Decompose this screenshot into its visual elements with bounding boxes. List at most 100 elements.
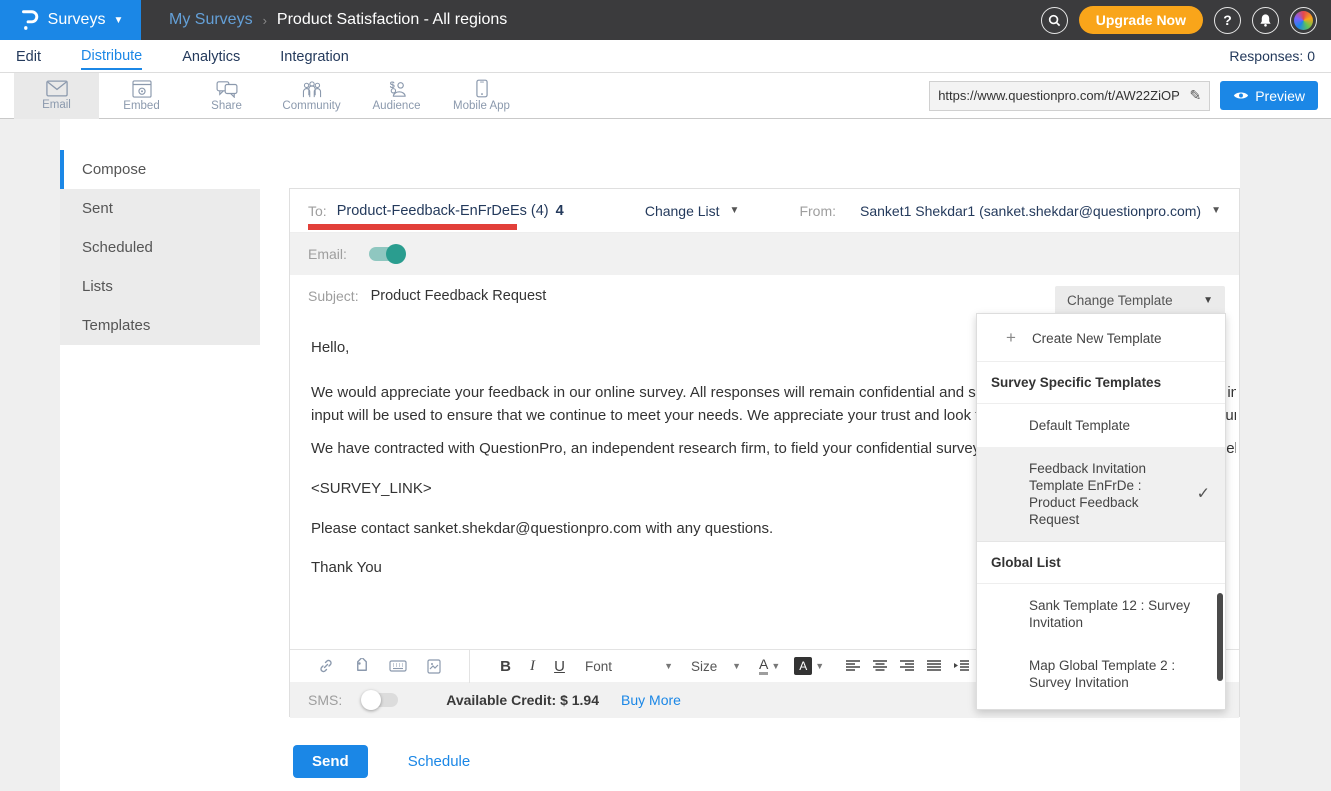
questionpro-logo-icon [18,8,40,32]
tab-integration[interactable]: Integration [280,43,349,69]
menu-item-feedback-invitation-template[interactable]: Feedback Invitation Template EnFrDe : Pr… [977,447,1225,542]
to-recipient-count: 4 [556,203,564,219]
send-button[interactable]: Send [293,745,368,778]
menu-item-test-global-test-g[interactable]: Test Global Test G : Test RAA G [977,704,1225,710]
channel-email[interactable]: Email [14,73,99,119]
channel-label: Community [282,100,340,112]
sidebar-item-compose[interactable]: Compose [60,150,260,189]
survey-nav: Edit Distribute Analytics Integration Re… [0,40,1331,73]
channel-community[interactable]: Community [269,73,354,119]
help-button[interactable]: ? [1214,7,1241,34]
topbar-actions: Upgrade Now ? [1041,6,1331,34]
product-label: Surveys [48,11,106,29]
align-center-icon[interactable] [873,660,887,672]
font-size-dropdown[interactable]: Size ▼ [691,659,741,674]
chevron-down-icon: ▼ [1203,295,1213,306]
embed-icon [132,80,152,98]
subject-label: Subject: [308,288,359,304]
sidebar-item-sent[interactable]: Sent [60,189,260,228]
change-template-menu: + Create New Template Survey Specific Te… [976,313,1226,710]
menu-item-create-new-template[interactable]: + Create New Template [977,314,1225,362]
sidebar-item-lists[interactable]: Lists [60,267,260,306]
insert-image-icon[interactable] [427,659,441,674]
insert-link-icon[interactable] [318,658,334,674]
to-label: To: [308,203,327,219]
account-avatar[interactable] [1290,7,1317,34]
font-size-label: Size [691,659,717,674]
mobile-app-icon [476,79,488,98]
preview-button[interactable]: Preview [1220,81,1318,110]
channel-embed[interactable]: Embed [99,73,184,119]
indent-icon[interactable] [954,660,969,672]
merge-tag-icon[interactable] [354,658,370,674]
available-credit: Available Credit: $ 1.94 [446,692,599,708]
italic-button[interactable]: I [519,658,546,675]
chevron-down-icon: ▼ [815,661,824,671]
change-template-button[interactable]: Change Template ▼ [1055,286,1225,315]
plus-icon: + [1006,328,1016,348]
channel-audience[interactable]: $ Audience [354,73,439,119]
chevron-down-icon: ▼ [664,661,673,671]
sms-toggle[interactable] [364,693,398,707]
recipients-row: To: Product-Feedback-EnFrDeEs (4) 4 Chan… [290,189,1239,233]
keyboard-icon[interactable] [389,660,407,672]
underline-button[interactable]: U [546,658,573,675]
text-color-button[interactable]: A [759,657,768,675]
share-icon [216,80,238,98]
to-active-underline [308,224,517,230]
email-toggle[interactable] [369,247,403,261]
chevron-down-icon: ▼ [732,661,741,671]
sidebar-item-scheduled[interactable]: Scheduled [60,228,260,267]
tab-edit[interactable]: Edit [16,43,41,69]
text-color-label: A [759,656,768,672]
change-list-label: Change List [645,203,720,219]
subject-input[interactable]: Product Feedback Request [371,288,547,304]
breadcrumb-my-surveys[interactable]: My Surveys [169,11,253,29]
responses-count: Responses: 0 [1229,48,1315,64]
buy-more-link[interactable]: Buy More [621,692,681,708]
channel-mobile-app[interactable]: Mobile App [439,73,524,119]
to-list-name[interactable]: Product-Feedback-EnFrDeEs (4) [337,203,549,219]
search-button[interactable] [1041,7,1068,34]
send-actions: Send Schedule [293,745,470,778]
breadcrumb-separator: › [263,13,267,28]
create-new-template-label: Create New Template [1032,331,1162,346]
channel-share[interactable]: Share [184,73,269,119]
global-template-list: Sank Template 12 : Survey Invitation Map… [977,584,1225,710]
editor-insert-group [290,650,470,683]
sms-label: SMS: [308,692,342,708]
from-sender-dropdown[interactable]: Sanket1 Shekdar1 (sanket.shekdar@questio… [860,203,1221,219]
change-list-dropdown[interactable]: Change List ▼ [645,203,740,219]
schedule-link[interactable]: Schedule [408,753,471,770]
menu-scrollbar[interactable] [1217,593,1223,681]
menu-item-default-template[interactable]: Default Template [977,404,1225,447]
align-left-icon[interactable] [846,660,860,672]
toggle-knob [386,244,406,264]
align-right-icon[interactable] [900,660,914,672]
breadcrumb: My Surveys › Product Satisfaction - All … [169,11,507,29]
menu-item-sank-template-12[interactable]: Sank Template 12 : Survey Invitation [977,584,1225,644]
chevron-down-icon: ▼ [113,15,123,26]
email-label: Email: [308,246,347,262]
tab-analytics[interactable]: Analytics [182,43,240,69]
alignment-group [846,660,997,672]
bell-icon [1259,13,1272,27]
align-justify-icon[interactable] [927,660,941,672]
menu-section-global-list: Global List [977,542,1225,584]
selected-template-label: Feedback Invitation Template EnFrDe : Pr… [1029,461,1146,527]
product-switcher[interactable]: Surveys ▼ [0,0,141,40]
survey-url-field[interactable]: https://www.questionpro.com/t/AW22ZiOP ✎ [929,81,1210,111]
edit-url-icon[interactable]: ✎ [1189,87,1201,104]
upgrade-now-button[interactable]: Upgrade Now [1079,6,1203,34]
font-family-dropdown[interactable]: Font ▼ [585,659,673,674]
tab-distribute[interactable]: Distribute [81,42,142,70]
sidebar-item-templates[interactable]: Templates [60,306,260,345]
menu-item-map-global-template-2[interactable]: Map Global Template 2 : Survey Invitatio… [977,644,1225,704]
survey-link-area: https://www.questionpro.com/t/AW22ZiOP ✎… [929,81,1331,111]
chevron-down-icon: ▼ [730,205,740,216]
notifications-button[interactable] [1252,7,1279,34]
highlight-color-button[interactable]: A [794,657,812,675]
from-label: From: [799,203,836,219]
bold-button[interactable]: B [492,658,519,675]
editor-format-group: B I U Font ▼ Size ▼ A▼ A▼ [470,657,997,675]
